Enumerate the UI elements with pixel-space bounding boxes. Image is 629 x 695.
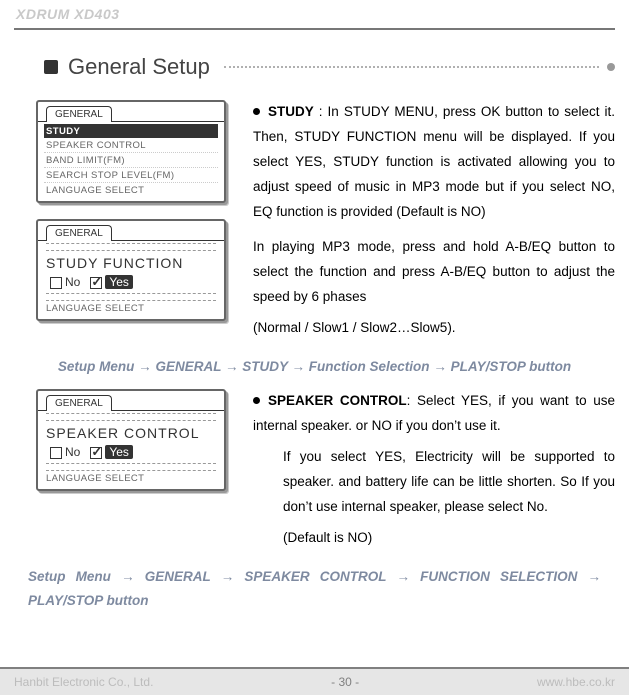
bullet-dot-icon <box>253 397 260 404</box>
yes-label: Yes <box>105 275 133 289</box>
arrow-icon: → <box>396 569 410 584</box>
arrow-icon: → <box>433 359 447 374</box>
content-area: General Setup GENERAL STUDY SPEAKER CONT… <box>0 30 629 613</box>
no-label: No <box>65 275 80 289</box>
study-term: STUDY <box>268 104 314 119</box>
arrow-icon: → <box>138 359 152 374</box>
lcd-study-function: GENERAL STUDY FUNCTION No Yes LANGUAGE S… <box>36 219 226 321</box>
speaker-paragraph-2: If you select YES, Electricity will be s… <box>253 445 615 520</box>
speaker-paragraph-1: SPEAKER CONTROL: Select YES, if you want… <box>253 389 615 439</box>
lcd-menu-item: SEARCH STOP LEVEL(FM) <box>44 168 218 183</box>
lcd-menu-item: STUDY <box>44 124 218 138</box>
lcd-speaker-control: GENERAL SPEAKER CONTROL No Yes LANGUAGE … <box>36 389 226 491</box>
page-header-model: XDRUM XD403 <box>0 0 629 22</box>
speaker-term: SPEAKER CONTROL <box>268 393 407 408</box>
lcd-tab: GENERAL <box>46 395 112 411</box>
nav-path-speaker: Setup Menu → GENERAL → SPEAKER CONTROL →… <box>28 565 601 614</box>
section-title: General Setup <box>68 54 210 80</box>
study-block: GENERAL STUDY SPEAKER CONTROL BAND LIMIT… <box>14 100 615 347</box>
study-paragraph-3: (Normal / Slow1 / Slow2…Slow5). <box>253 316 615 341</box>
arrow-icon: → <box>292 359 306 374</box>
lcd-check-row: No Yes <box>44 443 218 463</box>
arrow-icon: → <box>121 569 135 584</box>
lcd-menu-item: SPEAKER CONTROL <box>44 138 218 153</box>
lcd-dialog-title: STUDY FUNCTION <box>44 251 218 273</box>
speaker-paragraph-3: (Default is NO) <box>253 526 615 551</box>
arrow-icon: → <box>225 359 239 374</box>
dot-end-icon <box>607 63 615 71</box>
bullet-square-icon <box>44 60 58 74</box>
lcd-dialog-title: SPEAKER CONTROL <box>44 421 218 443</box>
speaker-block: GENERAL SPEAKER CONTROL No Yes LANGUAGE … <box>14 389 615 557</box>
yes-label: Yes <box>105 445 133 459</box>
footer-company: Hanbit Electronic Co., Ltd. <box>14 675 153 689</box>
no-label: No <box>65 445 80 459</box>
lcd-menu-item: BAND LIMIT(FM) <box>44 153 218 168</box>
study-paragraph-1: STUDY : In STUDY MENU, press OK button t… <box>253 100 615 225</box>
checkbox-icon <box>50 447 62 459</box>
checkbox-checked-icon <box>90 277 102 289</box>
footer-url: www.hbe.co.kr <box>537 675 615 689</box>
dotted-line-decoration <box>224 66 599 68</box>
study-para1-text: : In STUDY MENU, press OK button to sele… <box>253 104 615 219</box>
lcd-menu-item: LANGUAGE SELECT <box>44 301 218 315</box>
section-title-row: General Setup <box>44 54 615 80</box>
page-footer: Hanbit Electronic Co., Ltd. - 30 - www.h… <box>0 667 629 695</box>
lcd-menu-item: LANGUAGE SELECT <box>44 183 218 197</box>
checkbox-icon <box>50 277 62 289</box>
lcd-tab: GENERAL <box>46 225 112 241</box>
lcd-check-row: No Yes <box>44 273 218 293</box>
footer-page-number: - 30 - <box>331 675 359 689</box>
checkbox-checked-icon <box>90 447 102 459</box>
lcd-menu-item: LANGUAGE SELECT <box>44 471 218 485</box>
lcd-tab: GENERAL <box>46 106 112 122</box>
arrow-icon: → <box>221 569 235 584</box>
nav-path-study: Setup Menu → GENERAL → STUDY → Function … <box>34 355 595 379</box>
lcd-general-menu: GENERAL STUDY SPEAKER CONTROL BAND LIMIT… <box>36 100 226 203</box>
bullet-dot-icon <box>253 108 260 115</box>
arrow-icon: → <box>588 569 602 584</box>
study-paragraph-2: In playing MP3 mode, press and hold A-B/… <box>253 235 615 310</box>
